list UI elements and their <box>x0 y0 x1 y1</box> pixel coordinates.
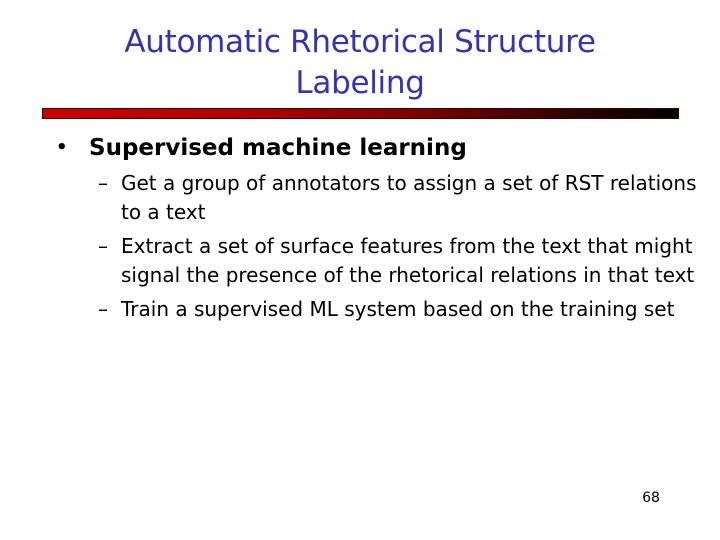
sub-bullet-item: – Get a group of annotators to assign a … <box>98 169 708 226</box>
sub-bullet-text: Get a group of annotators to assign a se… <box>121 171 697 224</box>
page-number: 68 <box>642 490 660 506</box>
slide-title-line-1: Automatic Rhetorical Structure <box>124 24 596 60</box>
dash-marker-icon: – <box>98 171 108 195</box>
sub-bullet-text: Extract a set of surface features from t… <box>121 234 695 287</box>
bullet-text: Supervised machine learning <box>89 135 467 161</box>
sub-bullet-text: Train a supervised ML system based on th… <box>121 297 675 321</box>
dash-marker-icon: – <box>98 297 108 321</box>
slide-title-line-2: Labeling <box>295 65 425 101</box>
sub-bullet-item: – Extract a set of surface features from… <box>98 232 708 289</box>
sub-bullet-list: – Get a group of annotators to assign a … <box>98 169 708 330</box>
slide-title: Automatic Rhetorical Structure Labeling <box>0 22 720 104</box>
slide: Automatic Rhetorical Structure Labeling … <box>0 0 720 540</box>
bullet-marker-icon: • <box>56 137 68 158</box>
sub-bullet-item: – Train a supervised ML system based on … <box>98 295 708 324</box>
dash-marker-icon: – <box>98 234 108 258</box>
title-divider-bar <box>42 108 679 119</box>
